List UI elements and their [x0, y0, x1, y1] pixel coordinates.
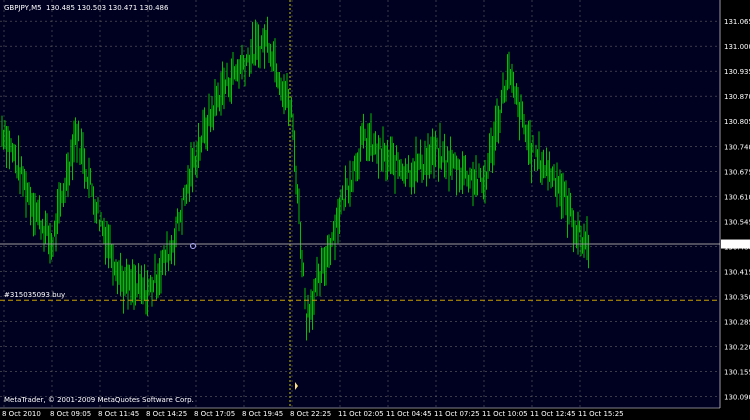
time-tick-label: 8 Oct 14:25 — [146, 410, 187, 418]
price-tick-label: 130.545 — [724, 218, 750, 226]
price-tick-label: 130.805 — [724, 118, 750, 126]
current-price-label: 130.486 — [724, 241, 750, 249]
time-tick-label: 8 Oct 17:05 — [194, 410, 235, 418]
price-tick-label: 130.220 — [724, 343, 750, 351]
price-tick-label: 131.000 — [724, 43, 750, 51]
copyright-label: MetaTrader, © 2001-2009 MetaQuotes Softw… — [4, 396, 194, 404]
time-tick-label: 11 Oct 02:05 — [338, 410, 384, 418]
chart-ohlc-label: 130.485 130.503 130.471 130.486 — [46, 4, 169, 12]
price-tick-label: 130.285 — [724, 318, 750, 326]
time-tick-label: 8 Oct 22:25 — [290, 410, 331, 418]
price-tick-label: 130.155 — [724, 368, 750, 376]
time-tick-label: 11 Oct 15:25 — [578, 410, 624, 418]
time-axis[interactable]: 8 Oct 2010 8 Oct 09:05 8 Oct 11:45 8 Oct 14… — [0, 407, 720, 418]
price-tick-label: 130.870 — [724, 93, 750, 101]
plot-area[interactable] — [0, 0, 720, 408]
price-tick-label: 130.740 — [724, 143, 750, 151]
order-label: #315035093 buy — [4, 291, 65, 299]
price-axis[interactable]: 131.065 131.000 130.935 130.870 130.805 130.7… — [719, 0, 750, 408]
time-tick-label: 8 Oct 2010 — [2, 410, 41, 418]
time-tick-label: 11 Oct 12:45 — [530, 410, 576, 418]
time-tick-label: 8 Oct 09:05 — [50, 410, 91, 418]
time-tick-label: 11 Oct 07:25 — [434, 410, 480, 418]
price-chart[interactable]: #315035093 buy 131.065 131.000 130.935 130.… — [0, 0, 750, 420]
time-tick-label: 11 Oct 10:05 — [482, 410, 528, 418]
price-tick-label: 131.065 — [724, 18, 750, 26]
price-tick-label: 130.610 — [724, 193, 750, 201]
time-tick-label: 8 Oct 19:45 — [242, 410, 283, 418]
price-tick-label: 130.935 — [724, 68, 750, 76]
chart-symbol-label: GBPJPY,M5 — [4, 4, 42, 12]
time-tick-label: 11 Oct 04:45 — [386, 410, 432, 418]
price-tick-label: 130.675 — [724, 168, 750, 176]
time-tick-label: 8 Oct 11:45 — [98, 410, 139, 418]
price-tick-label: 130.350 — [724, 293, 750, 301]
price-tick-label: 130.415 — [724, 268, 750, 276]
price-tick-label: 130.090 — [724, 393, 750, 401]
